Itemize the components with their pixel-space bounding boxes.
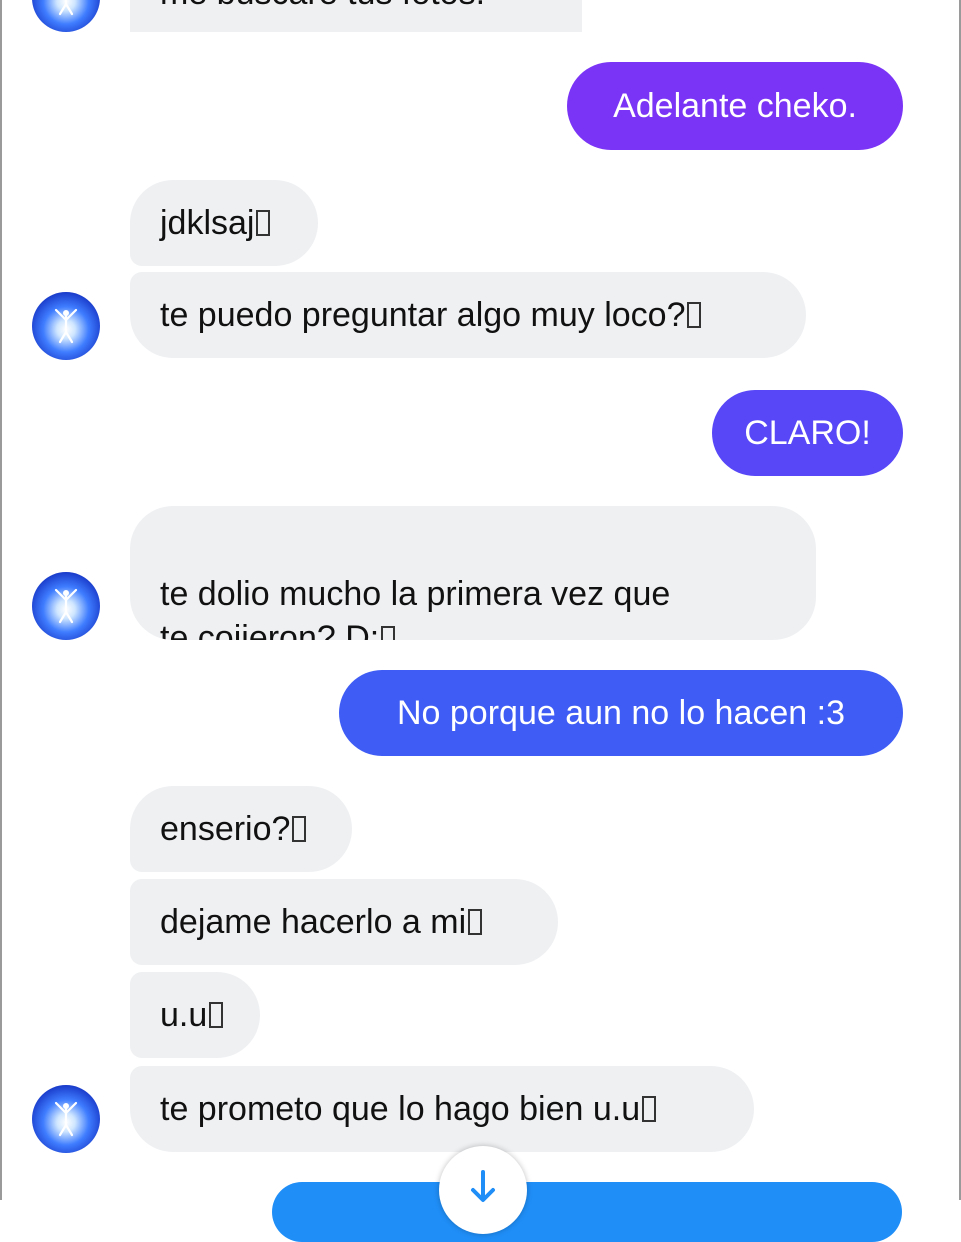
missing-glyph-icon xyxy=(687,302,702,328)
scroll-to-bottom-button[interactable] xyxy=(439,1146,527,1234)
message-text: dejame hacerlo a mi xyxy=(160,903,467,941)
message-outgoing: No porque aun no lo hacen :3 xyxy=(339,670,903,756)
contact-avatar[interactable] xyxy=(32,1085,100,1153)
chat-window: me buscaré tus fotos. Adelante cheko. jd… xyxy=(0,0,961,1242)
missing-glyph-icon xyxy=(209,1002,224,1028)
compose-bar[interactable] xyxy=(272,1182,902,1242)
message-text: te puedo preguntar algo muy loco? xyxy=(160,296,686,334)
contact-avatar[interactable] xyxy=(32,572,100,640)
message-text: CLARO! xyxy=(744,414,871,452)
message-text: me buscaré tus fotos. xyxy=(160,0,485,15)
message-incoming: te prometo que lo hago bien u.u xyxy=(130,1066,754,1152)
message-outgoing: CLARO! xyxy=(712,390,903,476)
missing-glyph-icon xyxy=(256,210,271,236)
missing-glyph-icon xyxy=(468,909,483,935)
contact-avatar[interactable] xyxy=(32,0,100,32)
message-text: enserio? xyxy=(160,810,291,848)
message-incoming: te dolio mucho la primera vez que te coj… xyxy=(130,506,816,640)
missing-glyph-icon xyxy=(381,626,396,640)
missing-glyph-icon xyxy=(292,816,307,842)
message-text: te dolio mucho la primera vez que te coj… xyxy=(160,575,671,640)
message-outgoing: Adelante cheko. xyxy=(567,62,903,150)
message-incoming: me buscaré tus fotos. xyxy=(130,0,582,32)
missing-glyph-icon xyxy=(642,1096,657,1122)
arrow-down-icon xyxy=(471,1170,495,1202)
message-incoming: enserio? xyxy=(130,786,352,872)
message-incoming: dejame hacerlo a mi xyxy=(130,879,558,965)
message-text: u.u xyxy=(160,996,208,1034)
message-text: te prometo que lo hago bien u.u xyxy=(160,1090,641,1128)
message-text: jdklsaj xyxy=(160,204,255,242)
message-incoming: te puedo preguntar algo muy loco? xyxy=(130,272,806,358)
contact-avatar[interactable] xyxy=(32,292,100,360)
message-incoming: jdklsaj xyxy=(130,180,318,266)
message-incoming: u.u xyxy=(130,972,260,1058)
message-text: Adelante cheko. xyxy=(613,87,857,125)
message-text: No porque aun no lo hacen :3 xyxy=(396,694,845,732)
